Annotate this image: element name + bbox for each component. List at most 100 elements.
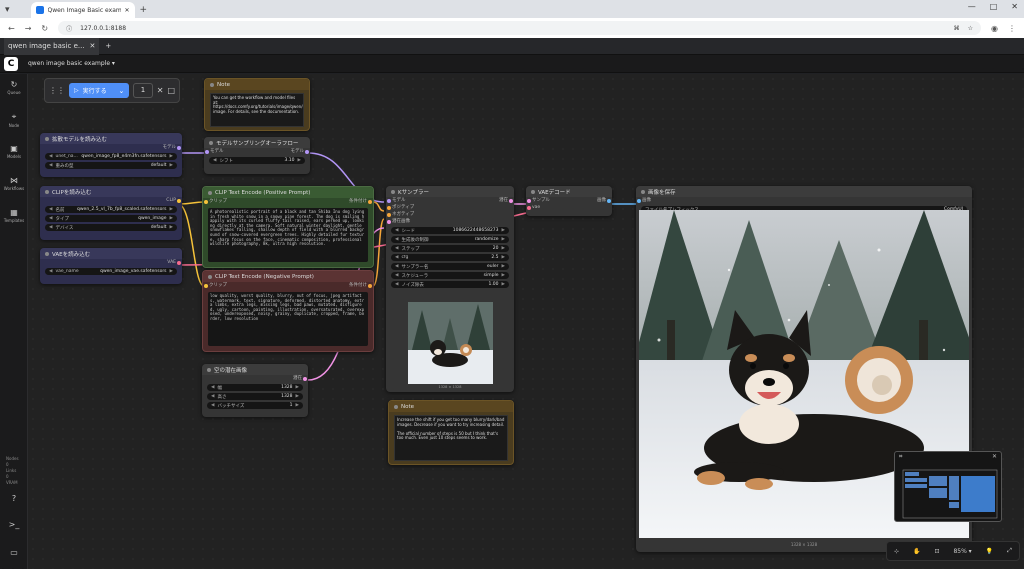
- positive-prompt-node[interactable]: CLIP Text Encode (Positive Prompt) クリップ 条…: [202, 186, 374, 268]
- node-header[interactable]: VAEデコード: [526, 186, 612, 197]
- profile-icon[interactable]: ◉: [991, 24, 998, 33]
- close-tab-icon[interactable]: ✕: [125, 7, 130, 14]
- input-pin[interactable]: [205, 150, 209, 154]
- node-header[interactable]: モデルサンプリングオーラフロー: [204, 137, 310, 148]
- stop-icon[interactable]: □: [167, 86, 175, 95]
- batch-count-input[interactable]: 1: [133, 83, 153, 98]
- more-menu-icon[interactable]: ⋮: [1008, 24, 1016, 33]
- bookmark-star-icon[interactable]: ☆: [968, 25, 973, 32]
- minimap-close-icon[interactable]: ✕: [992, 452, 997, 462]
- vae-loader-node[interactable]: VAEを読み込む VAE ◀ vae_name qwen_image_vae.saf…: [40, 248, 182, 284]
- collapse-dot-icon[interactable]: [391, 189, 395, 194]
- sidebar-item-node-library[interactable]: ⌖ Node: [0, 112, 28, 128]
- empty-latent-node[interactable]: 空の潜在画像 潜在 ◀ 幅 1328 ▶ ◀ 高さ 1328 ▶ ◀ バッチサイズ 1 ▶: [202, 364, 308, 417]
- scheduler-widget[interactable]: ◀ スケジューラ simple ▶: [391, 272, 509, 279]
- negative-prompt-node[interactable]: CLIP Text Encode (Negative Prompt) クリップ 条…: [202, 270, 374, 352]
- output-pin[interactable]: [177, 261, 181, 265]
- input-pin[interactable]: [204, 284, 208, 288]
- console-button[interactable]: ▭: [0, 548, 28, 558]
- collapse-dot-icon[interactable]: [45, 136, 49, 141]
- minimap-view[interactable]: [895, 462, 1003, 522]
- collapse-dot-icon[interactable]: [209, 140, 213, 145]
- collapse-dot-icon[interactable]: [208, 274, 212, 279]
- workflow-tab[interactable]: qwen image basic e... ✕: [4, 37, 100, 55]
- drag-handle-icon[interactable]: ⋮⋮: [49, 86, 65, 95]
- clip-name-widget[interactable]: ◀ 名前 qwen_2.5_vl_7b_fp8_scaled.safetensors…: [45, 206, 177, 213]
- input-pin[interactable]: [527, 206, 531, 210]
- node-header[interactable]: CLIP Text Encode (Negative Prompt): [203, 271, 373, 282]
- output-pin[interactable]: [303, 377, 307, 381]
- graph-canvas[interactable]: ⋮⋮ ▷ 実行する ⌄ 1 ✕ □ Note You can get the w…: [28, 74, 1024, 569]
- output-pin[interactable]: [368, 284, 372, 288]
- positive-prompt-textarea[interactable]: A photorealistic portrait of a black and…: [208, 208, 368, 262]
- output-pin[interactable]: [607, 199, 611, 203]
- node-header[interactable]: 空の潜在画像: [202, 364, 308, 375]
- minimap[interactable]: ⌗ ✕: [894, 451, 1002, 522]
- output-pin[interactable]: [177, 146, 181, 150]
- weight-dtype-widget[interactable]: ◀ 重みの型 default ▶: [45, 162, 177, 169]
- negative-prompt-textarea[interactable]: low quality, worst quality, blurry, out …: [208, 292, 368, 346]
- collapse-dot-icon[interactable]: [394, 404, 398, 409]
- cancel-icon[interactable]: ✕: [157, 86, 164, 95]
- new-tab-button[interactable]: +: [135, 2, 153, 18]
- clip-device-widget[interactable]: ◀ デバイス default ▶: [45, 224, 177, 231]
- sidebar-item-queue[interactable]: ↻ Queue: [0, 80, 28, 95]
- note-node-bottom[interactable]: Note Increase the shift if you get too m…: [388, 400, 514, 465]
- collapse-dot-icon[interactable]: [210, 82, 214, 87]
- cfg-widget[interactable]: ◀ cfg 2.5 ▶: [391, 254, 509, 261]
- input-pin[interactable]: [387, 206, 391, 210]
- workflow-menu[interactable]: qwen image basic example ▾: [28, 60, 115, 67]
- vae-name-widget[interactable]: ◀ vae_name qwen_image_vae.safetensors ▶: [45, 268, 177, 275]
- ksampler-preview-image[interactable]: [408, 302, 493, 384]
- batch-size-widget[interactable]: ◀ バッチサイズ 1 ▶: [207, 402, 303, 409]
- zoom-level-dropdown[interactable]: 85% ▾: [953, 548, 971, 555]
- unet-loader-node[interactable]: 拡散モデルを読み込む モデル ◀ unet_na... qwen_image_fp8…: [40, 133, 182, 177]
- input-pin[interactable]: [387, 220, 391, 224]
- hand-tool-icon[interactable]: ✋: [913, 548, 920, 555]
- node-header[interactable]: VAEを読み込む: [40, 248, 182, 259]
- forward-icon[interactable]: →: [25, 24, 32, 33]
- minimize-icon[interactable]: —: [968, 2, 976, 11]
- input-pin[interactable]: [637, 199, 641, 203]
- input-pin[interactable]: [387, 213, 391, 217]
- translate-icon[interactable]: ⌘: [954, 25, 960, 32]
- steps-widget[interactable]: ◀ ステップ 20 ▶: [391, 245, 509, 252]
- collapse-dot-icon[interactable]: [641, 189, 645, 194]
- output-pin[interactable]: [368, 200, 372, 204]
- browser-tab[interactable]: Qwen Image Basic example ✕: [30, 2, 135, 18]
- fit-view-icon[interactable]: ⊹: [894, 548, 899, 555]
- shift-widget[interactable]: ◀ シフト 3.10 ▶: [209, 157, 305, 164]
- lightbulb-icon[interactable]: 💡: [986, 548, 993, 555]
- collapse-dot-icon[interactable]: [207, 367, 211, 372]
- control-after-generate-widget[interactable]: ◀ 生成後の制御 randomize ▶: [391, 236, 509, 243]
- workflow-tab-close-icon[interactable]: ✕: [90, 42, 96, 50]
- sampler-name-widget[interactable]: ◀ サンプラー名 euler ▶: [391, 263, 509, 270]
- input-pin[interactable]: [204, 200, 208, 204]
- help-button[interactable]: ?: [0, 494, 28, 504]
- output-pin[interactable]: [305, 150, 309, 154]
- ksampler-node[interactable]: Kサンプラー モデル 潜在 ポジティブ ネガティブ 潜在画像 ◀ シード 108662…: [386, 186, 514, 392]
- input-pin[interactable]: [387, 199, 391, 203]
- collapse-dot-icon[interactable]: [45, 189, 49, 194]
- vae-decode-node[interactable]: VAEデコード サンプル 画像 vae: [526, 186, 612, 216]
- height-widget[interactable]: ◀ 高さ 1328 ▶: [207, 393, 303, 400]
- node-header[interactable]: 拡散モデルを読み込む: [40, 133, 182, 144]
- note-node-top[interactable]: Note You can get the workflow and model …: [204, 78, 310, 131]
- maximize-icon[interactable]: □: [990, 2, 998, 11]
- collapse-dot-icon[interactable]: [208, 190, 212, 195]
- reload-icon[interactable]: ↻: [41, 24, 48, 33]
- site-info-icon[interactable]: ⓘ: [66, 24, 72, 33]
- unet-name-widget[interactable]: ◀ unet_na... qwen_image_fp8_e4m3fn.safeten…: [45, 153, 177, 160]
- sidebar-item-templates[interactable]: ▦ Templates: [0, 208, 28, 223]
- close-window-icon[interactable]: ✕: [1011, 2, 1018, 11]
- output-pin[interactable]: [509, 199, 513, 203]
- add-workflow-tab-button[interactable]: +: [105, 42, 111, 50]
- node-header[interactable]: 画像を保存: [636, 186, 972, 197]
- node-header[interactable]: Note: [389, 401, 513, 412]
- node-header[interactable]: Note: [205, 79, 309, 90]
- comfy-logo-icon[interactable]: C: [4, 56, 18, 71]
- run-button[interactable]: ▷ 実行する ⌄: [69, 83, 130, 98]
- back-icon[interactable]: ←: [8, 24, 15, 33]
- model-sampling-node[interactable]: モデルサンプリングオーラフロー モデル モデル ◀ シフト 3.10 ▶: [204, 137, 310, 174]
- node-header[interactable]: Kサンプラー: [386, 186, 514, 197]
